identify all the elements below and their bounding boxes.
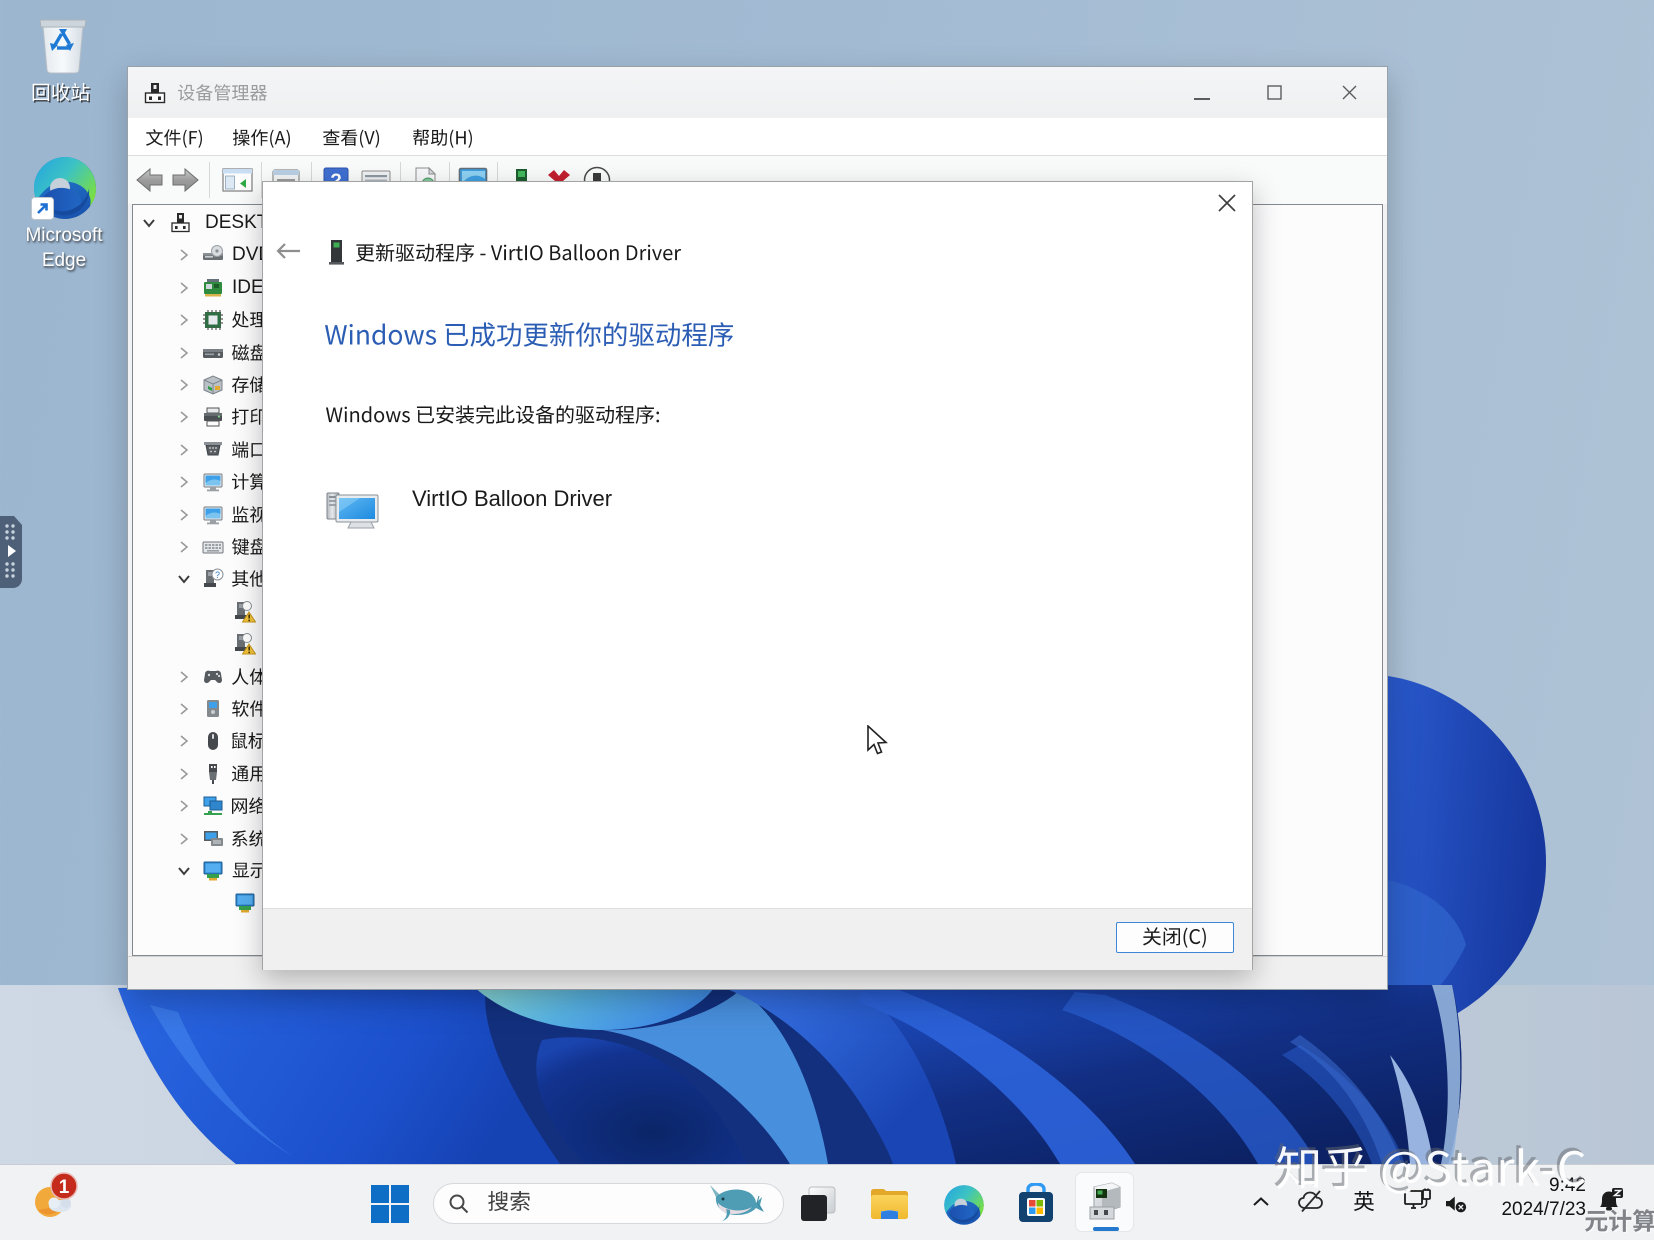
svg-text:1: 1	[59, 1177, 70, 1198]
svg-text:?: ?	[215, 570, 220, 580]
